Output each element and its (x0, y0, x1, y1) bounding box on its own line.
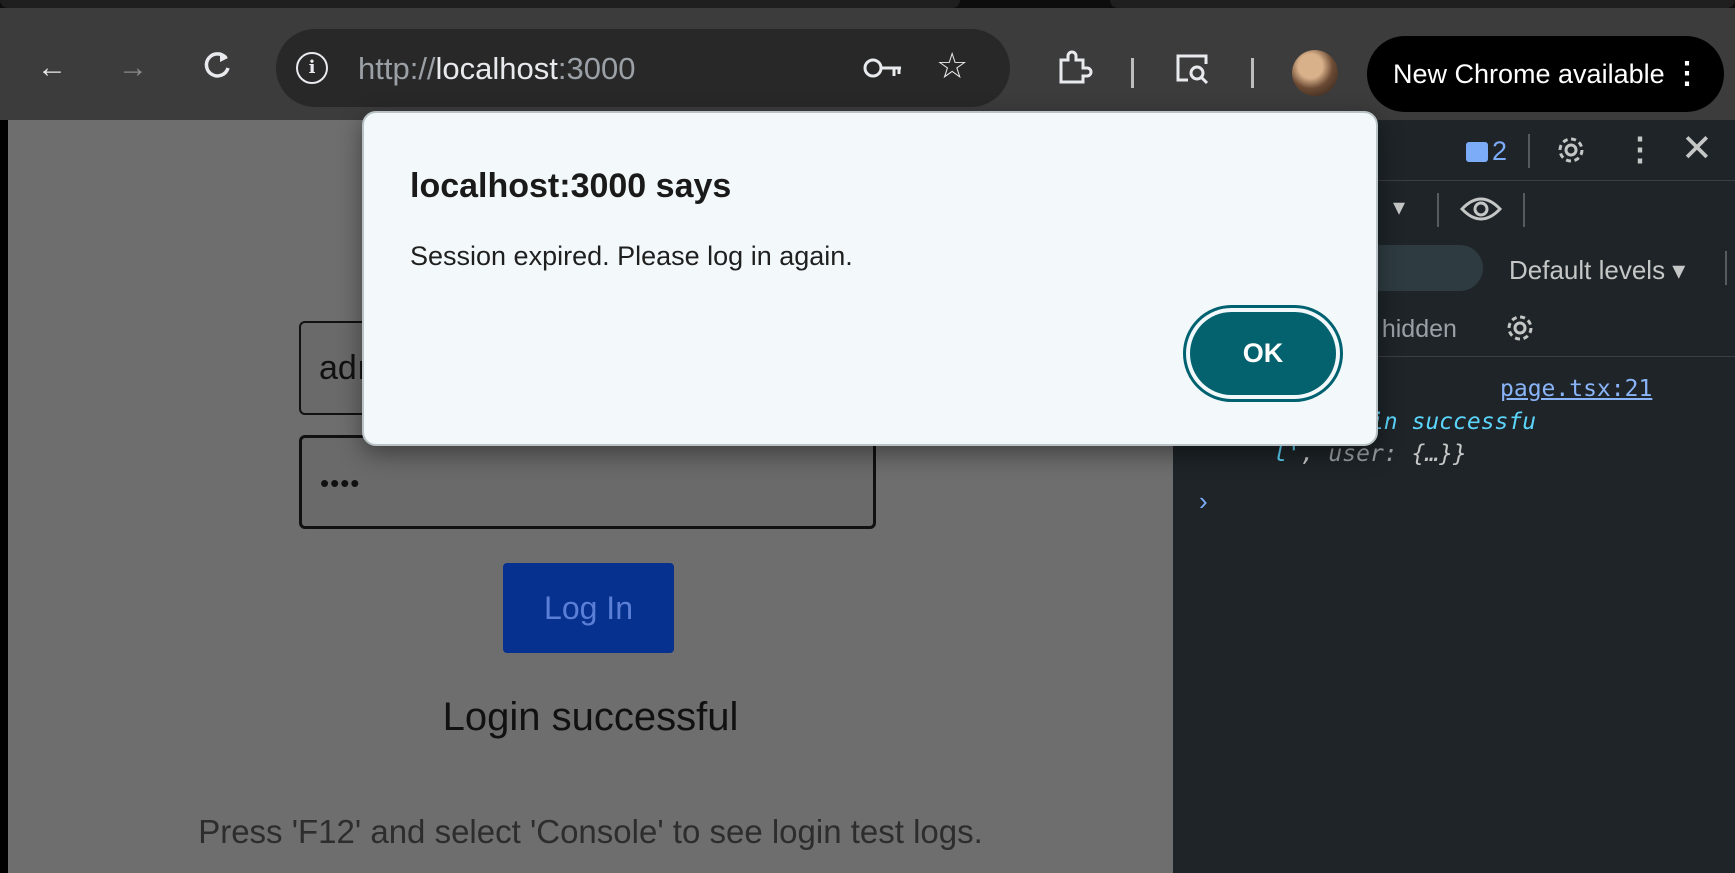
messages-badge[interactable]: 2 (1466, 136, 1507, 167)
log-source-link[interactable]: page.tsx:21 (1500, 376, 1652, 402)
toolbar-divider (1131, 58, 1134, 88)
settings-gear-icon[interactable] (1554, 133, 1588, 167)
site-info-icon[interactable]: i (296, 52, 328, 84)
console-settings-gear-icon[interactable] (1503, 311, 1537, 345)
dialog-message: Session expired. Please log in again. (410, 241, 853, 271)
kebab-icon[interactable]: ⋮ (1672, 36, 1702, 112)
context-dropdown-caret[interactable]: ▾ (1393, 193, 1405, 222)
alert-dialog: localhost:3000 says Session expired. Ple… (362, 111, 1378, 446)
address-bar[interactable]: i http://localhost:3000 ☆ (276, 29, 1010, 107)
password-input[interactable]: •••• (299, 435, 876, 529)
divider (1528, 134, 1530, 168)
url-text: http://localhost:3000 (358, 51, 636, 86)
profile-avatar[interactable] (1292, 50, 1338, 96)
dialog-title: localhost:3000 says (410, 167, 732, 205)
live-expression-eye-icon[interactable] (1459, 191, 1503, 227)
log-levels-dropdown[interactable]: Default levels ▾ (1509, 255, 1685, 286)
bookmark-star-icon[interactable]: ☆ (936, 45, 968, 87)
console-prompt-icon[interactable]: › (1199, 486, 1208, 517)
forward-button[interactable]: → (115, 50, 151, 86)
close-devtools-icon[interactable]: ✕ (1681, 126, 1713, 171)
tab-edge (0, 0, 960, 8)
password-key-icon[interactable] (861, 51, 905, 85)
reload-button[interactable] (199, 48, 235, 84)
ok-button-label: OK (1190, 312, 1336, 395)
lens-search-icon[interactable] (1172, 48, 1212, 88)
hint-text: Press 'F12' and select 'Console' to see … (198, 813, 983, 850)
browser-toolbar: ← → i http://localhost:3000 ☆ New Chrome… (0, 8, 1735, 120)
divider (1437, 193, 1439, 227)
tab-edge (1110, 0, 1735, 8)
status-message: Login successful (442, 695, 739, 739)
divider (1523, 193, 1525, 227)
reload-icon (204, 52, 230, 78)
ok-button[interactable]: OK (1183, 305, 1343, 402)
devtools-menu-icon[interactable]: ⋮ (1624, 130, 1656, 168)
login-button[interactable]: Log In (503, 563, 674, 653)
divider (1725, 251, 1727, 285)
chrome-update-button[interactable]: New Chrome available ⋮ (1367, 36, 1724, 112)
toolbar-divider (1251, 58, 1254, 88)
back-button[interactable]: ← (34, 50, 70, 86)
message-bubble-icon (1466, 142, 1488, 162)
extensions-icon[interactable] (1053, 48, 1093, 88)
tab-strip (0, 0, 1735, 8)
